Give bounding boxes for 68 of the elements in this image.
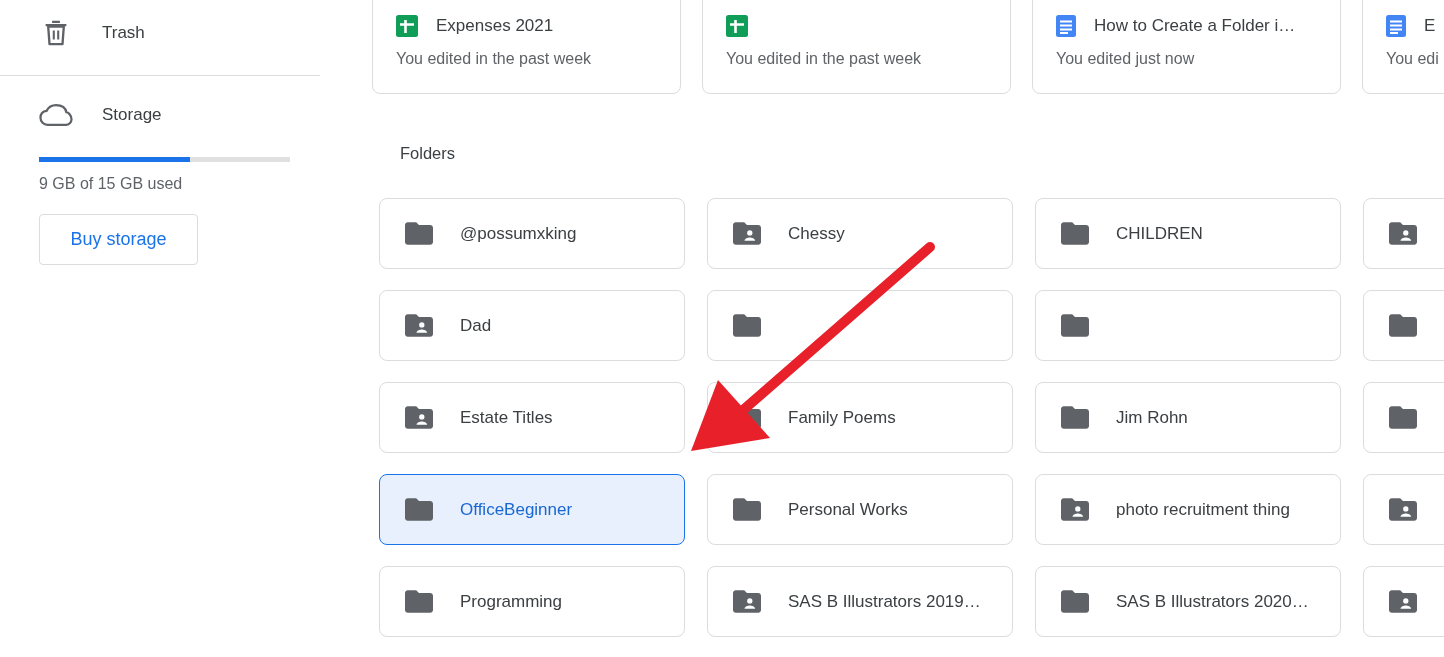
folder-icon xyxy=(1389,406,1417,429)
folder-name: SAS B Illustrators 2020… xyxy=(1116,590,1309,613)
section-heading: Folders xyxy=(399,143,456,164)
folder-icon xyxy=(1061,406,1089,429)
folder-name: Programming xyxy=(460,590,563,613)
folder-icon xyxy=(1061,314,1089,337)
shared-folder-icon xyxy=(1389,590,1417,613)
file-card[interactable]: You edited in the past week xyxy=(702,0,1011,94)
trash-icon xyxy=(44,20,68,46)
folder-card[interactable]: Programming xyxy=(379,566,685,637)
folder-card[interactable]: Chessy xyxy=(707,198,1013,269)
folder-name: Estate Titles xyxy=(460,406,553,429)
edited-time: You edited just now xyxy=(1056,49,1196,69)
cloud-icon xyxy=(39,104,73,126)
folder-name: Jim Rohn xyxy=(1116,406,1188,429)
storage-link[interactable]: Storage xyxy=(0,93,320,137)
folder-card[interactable]: Dad xyxy=(379,290,685,361)
folder-icon xyxy=(1061,590,1089,613)
folder-icon xyxy=(1389,314,1417,337)
folder-icon xyxy=(405,590,433,613)
folder-name: Chessy xyxy=(788,222,845,245)
folder-card[interactable]: Jim Rohn xyxy=(1035,382,1341,453)
folder-name: Personal Works xyxy=(788,498,908,521)
file-title: How to Create a Folder i… xyxy=(1094,15,1296,37)
trash-link[interactable]: Trash xyxy=(0,0,320,66)
folder-name: Dad xyxy=(460,314,492,337)
document-icon xyxy=(1056,15,1076,37)
folder-name: Family Poems xyxy=(788,406,896,429)
folder-card[interactable]: photo recruitment thing xyxy=(1035,474,1341,545)
folder-card[interactable] xyxy=(707,290,1013,361)
folder-name: OfficeBeginner xyxy=(460,498,573,521)
spreadsheet-icon xyxy=(396,15,418,37)
file-card[interactable]: Expenses 2021 You edited in the past week xyxy=(372,0,681,94)
folder-icon xyxy=(733,314,761,337)
storage-usage: 9 GB of 15 GB used xyxy=(39,174,184,194)
shared-folder-icon xyxy=(1061,498,1089,521)
document-icon xyxy=(1386,15,1406,37)
file-card[interactable]: E You edi xyxy=(1362,0,1444,94)
folder-icon xyxy=(405,498,433,521)
folder-icon xyxy=(733,498,761,521)
edited-time: You edited in the past week xyxy=(726,49,923,69)
folder-name: SAS B Illustrators 2019… xyxy=(788,590,981,613)
edited-time: You edited in the past week xyxy=(396,49,593,69)
folder-card[interactable]: OfficeBeginner xyxy=(379,474,685,545)
folder-icon xyxy=(405,222,433,245)
shared-folder-icon xyxy=(1389,222,1417,245)
buy-storage-button[interactable]: Buy storage xyxy=(39,214,198,265)
shared-folder-icon xyxy=(733,222,761,245)
file-title: E xyxy=(1424,15,1436,37)
folder-card[interactable]: CHILDREN xyxy=(1035,198,1341,269)
folder-card[interactable]: Personal Works xyxy=(707,474,1013,545)
spreadsheet-icon xyxy=(726,15,748,37)
shared-folder-icon xyxy=(733,590,761,613)
folder-icon xyxy=(1061,222,1089,245)
file-card[interactable]: How to Create a Folder i… You edited just now xyxy=(1032,0,1341,94)
folder-card[interactable]: SAS B Illustrators 2019… xyxy=(707,566,1013,637)
edited-time: You edi xyxy=(1386,49,1440,69)
folder-name: photo recruitment thing xyxy=(1116,498,1290,521)
folder-card[interactable] xyxy=(1035,290,1341,361)
folder-name: CHILDREN xyxy=(1116,222,1203,245)
folder-card[interactable]: @possumxking xyxy=(379,198,685,269)
file-title: Expenses 2021 xyxy=(436,15,554,37)
folder-card[interactable]: SAS B Illustrators 2020… xyxy=(1035,566,1341,637)
folder-name: @possumxking xyxy=(460,222,577,245)
shared-folder-icon xyxy=(405,406,433,429)
shared-folder-icon xyxy=(1389,498,1417,521)
shared-folder-icon xyxy=(405,314,433,337)
folder-card[interactable]: Estate Titles xyxy=(379,382,685,453)
